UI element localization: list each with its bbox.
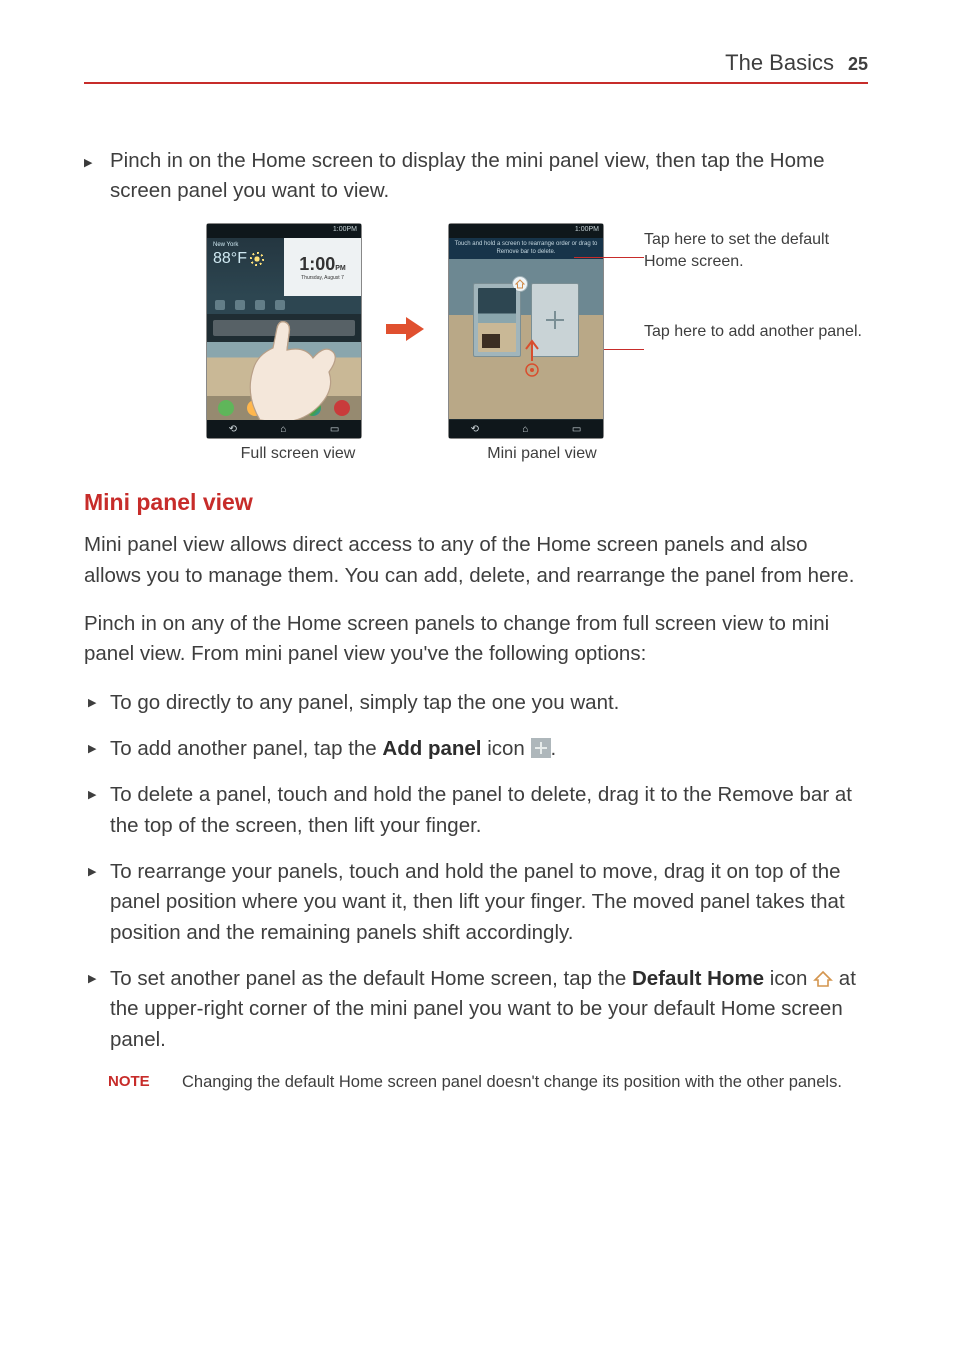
default-home-icon: [813, 967, 833, 985]
paragraph-1: Mini panel view allows direct access to …: [84, 530, 868, 591]
section-heading: Mini panel view: [84, 489, 868, 516]
annotation-leader-2: [604, 349, 644, 350]
status-time: 1:00PM: [333, 226, 357, 233]
status-bar: 1:00PM: [207, 224, 361, 238]
paragraph-2: Pinch in on any of the Home screen panel…: [84, 609, 868, 670]
clock-suffix: PM: [335, 265, 346, 272]
clock-time: 1:00: [299, 254, 335, 274]
bullet-triangle-icon: ▶: [88, 971, 96, 987]
bullet-list: ▶To go directly to any panel, simply tap…: [84, 688, 868, 1055]
status-bar: 1:00PM: [449, 224, 603, 238]
phone-full-screen: 1:00PM New York 88°F 1:00PM Thursday, Au…: [206, 223, 362, 439]
mini-panel-tip: Touch and hold a screen to rearrange ord…: [449, 238, 603, 258]
add-panel-label: Add panel: [382, 737, 481, 760]
add-panel-icon: [531, 738, 551, 758]
caption-left: Full screen view: [220, 445, 376, 463]
arrow-right-icon: [386, 317, 424, 346]
caption-right: Mini panel view: [464, 445, 620, 463]
sun-icon: [251, 253, 263, 265]
figure-wrap: 1:00PM New York 88°F 1:00PM Thursday, Au…: [84, 223, 868, 439]
mini-panel-area: [449, 259, 603, 419]
list-item: ▶To set another panel as the default Hom…: [110, 964, 868, 1055]
default-home-label: Default Home: [632, 967, 764, 990]
bullet-triangle-icon: ▶: [88, 695, 96, 711]
note-text: Changing the default Home screen panel d…: [182, 1071, 842, 1094]
annotation-1: Tap here to set the default Home screen.: [644, 229, 868, 272]
back-icon: ⟲: [229, 424, 237, 435]
pinch-hand-illustration: [215, 300, 345, 420]
bullet-triangle-icon: ▶: [88, 864, 96, 880]
intro-text: Pinch in on the Home screen to display t…: [110, 146, 868, 205]
bullet-triangle-icon: ▶: [88, 741, 96, 757]
phone-mini-panel: 1:00PM Touch and hold a screen to rearra…: [448, 223, 604, 439]
clock-widget: 1:00PM Thursday, August 7: [284, 238, 361, 296]
nav-bar: ⟲ ⌂ ▭: [449, 420, 603, 438]
annotation-leader-1: [574, 257, 644, 258]
status-time: 1:00PM: [575, 226, 599, 233]
list-item: ▶To delete a panel, touch and hold the p…: [110, 780, 868, 841]
weather-city: New York: [213, 242, 280, 248]
clock-date: Thursday, August 7: [301, 275, 344, 281]
touch-arrow-icon: [521, 337, 543, 382]
annotation-2: Tap here to add another panel.: [644, 321, 862, 343]
list-item: ▶To add another panel, tap the Add panel…: [110, 734, 868, 764]
panel-thumbnail: [473, 283, 521, 357]
plus-icon: [546, 311, 564, 329]
page-number: 25: [848, 54, 868, 75]
weather-temp: 88°F: [213, 250, 247, 268]
back-icon: ⟲: [471, 424, 479, 435]
home-nav-icon: ⌂: [280, 424, 286, 435]
bullet-triangle-icon: ▶: [84, 146, 110, 205]
home-nav-icon: ⌂: [522, 424, 528, 435]
intro-bullet: ▶ Pinch in on the Home screen to display…: [84, 146, 868, 205]
recent-icon: ▭: [572, 424, 581, 435]
recent-icon: ▭: [330, 424, 339, 435]
bullet-triangle-icon: ▶: [88, 787, 96, 803]
section-title-header: The Basics: [725, 50, 834, 76]
page-header: The Basics 25: [84, 50, 868, 84]
weather-widget: New York 88°F: [207, 238, 284, 296]
manual-page: The Basics 25 ▶ Pinch in on the Home scr…: [0, 0, 954, 1154]
figure-captions: Full screen view Mini panel view: [220, 445, 868, 463]
page-content: ▶ Pinch in on the Home screen to display…: [84, 84, 868, 1094]
nav-bar: ⟲ ⌂ ▭: [207, 420, 361, 438]
note-block: NOTE Changing the default Home screen pa…: [84, 1071, 868, 1094]
list-item: ▶To rearrange your panels, touch and hol…: [110, 857, 868, 948]
list-item: ▶To go directly to any panel, simply tap…: [110, 688, 868, 718]
note-label: NOTE: [108, 1071, 162, 1094]
